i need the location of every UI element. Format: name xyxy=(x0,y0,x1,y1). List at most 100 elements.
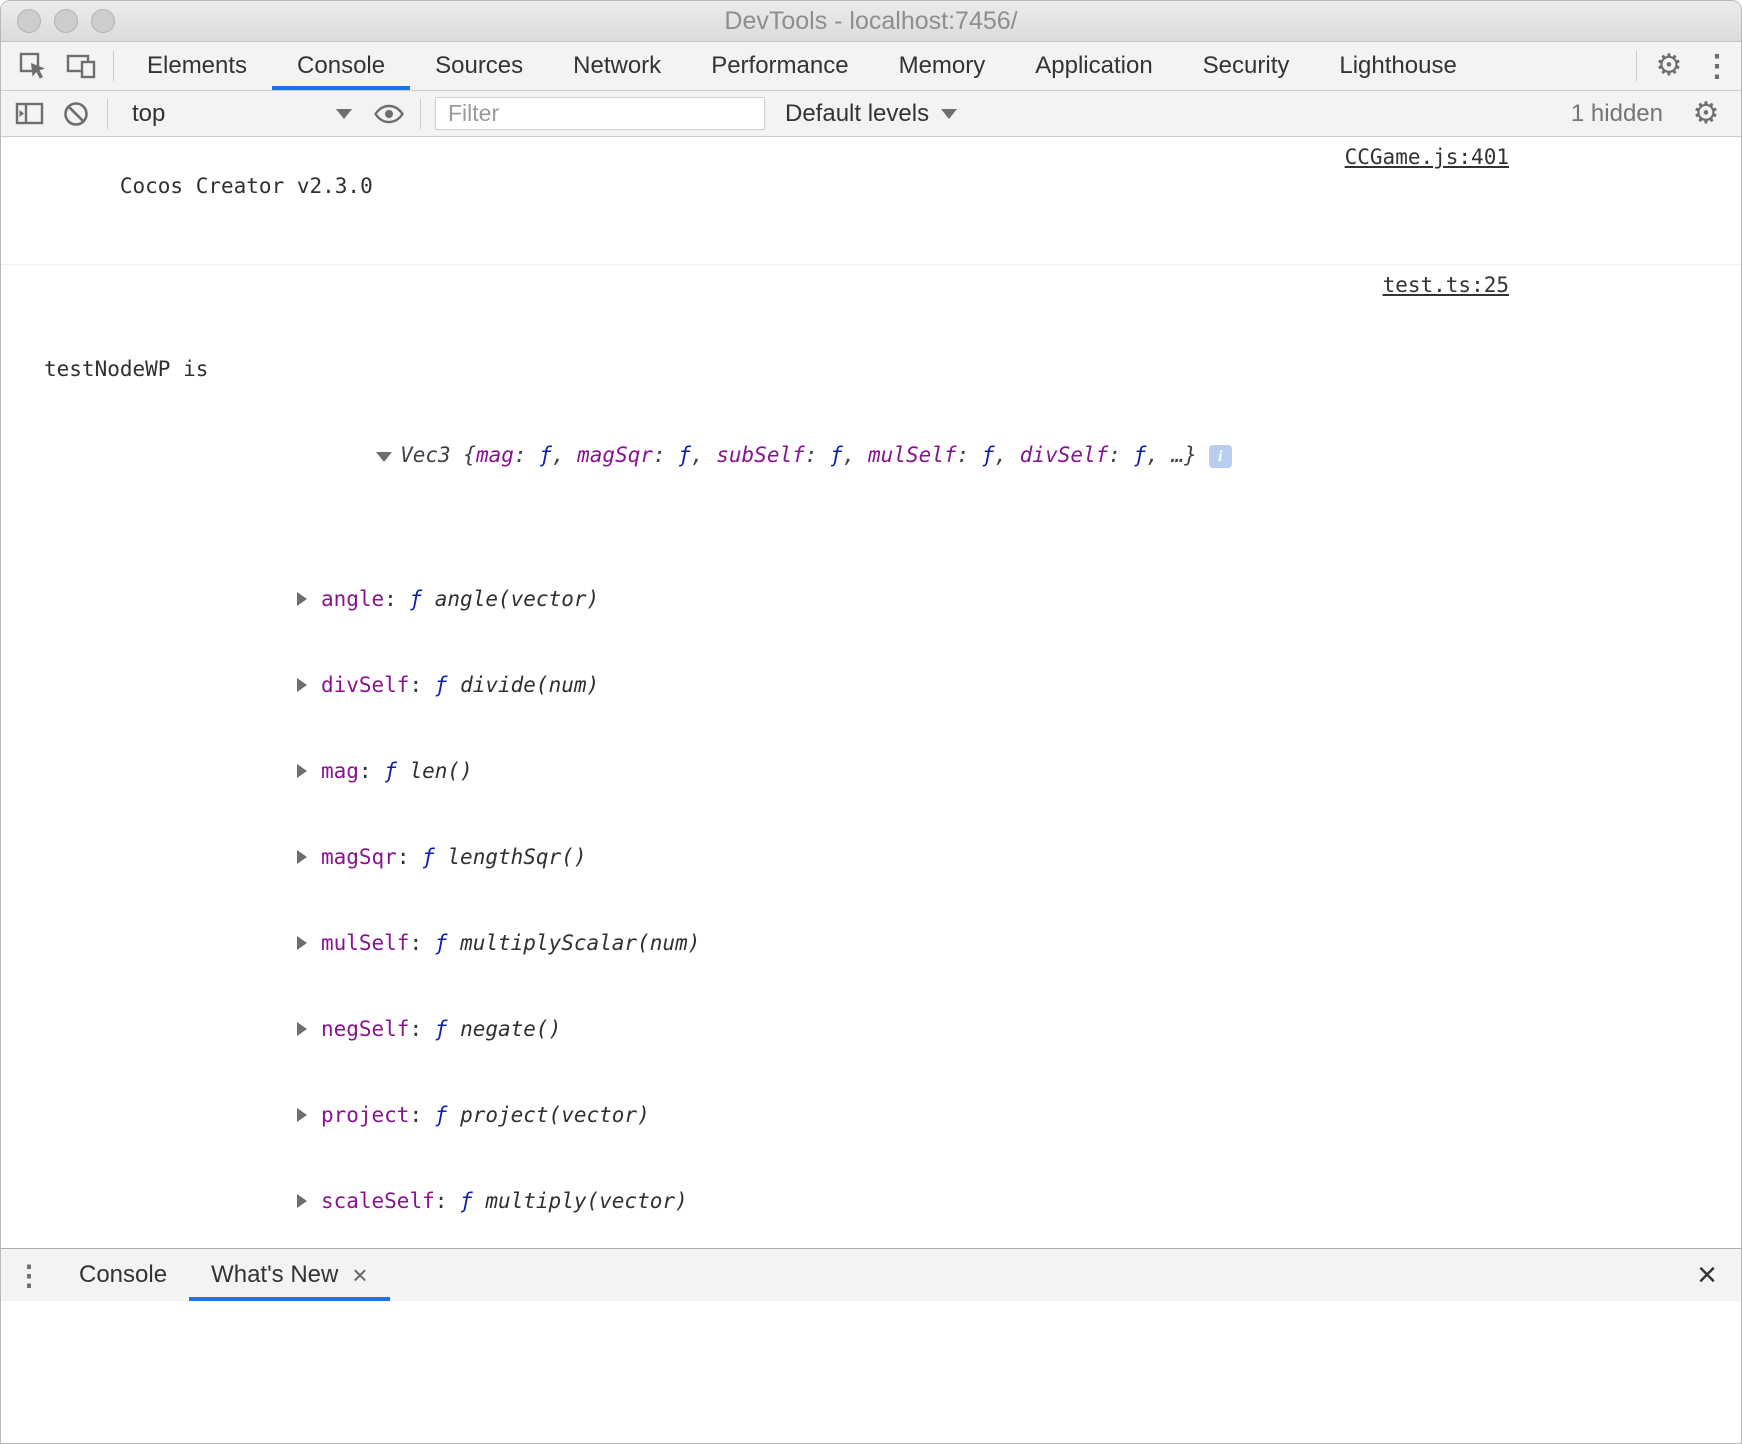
tab-network[interactable]: Network xyxy=(548,42,686,90)
tab-performance[interactable]: Performance xyxy=(686,42,873,90)
console-message-area: Cocos Creator v2.3.0 CCGame.js:401 test.… xyxy=(1,137,1741,1248)
preview-part: , …} xyxy=(1146,443,1197,467)
object-property-row[interactable]: project: ƒ project(vector) xyxy=(224,1073,1231,1159)
preview-part: subSelf xyxy=(716,443,805,467)
object-property-row[interactable]: scaleSelf: ƒ multiply(vector) xyxy=(224,1159,1231,1245)
traffic-lights xyxy=(17,9,115,33)
close-drawer-icon[interactable]: × xyxy=(1673,1249,1741,1301)
property-name: divSelf xyxy=(321,673,410,697)
more-options-icon[interactable]: ⋮ xyxy=(1693,42,1741,90)
tab-application[interactable]: Application xyxy=(1010,42,1177,90)
log-levels-dropdown[interactable]: Default levels xyxy=(765,100,977,128)
preview-part: ƒ xyxy=(1134,443,1147,467)
preview-part: : xyxy=(957,443,982,467)
drawer-tab-console[interactable]: Console xyxy=(57,1249,189,1301)
console-message: Cocos Creator v2.3.0 CCGame.js:401 xyxy=(1,137,1741,265)
zoom-window-button[interactable] xyxy=(91,9,115,33)
property-name: angle xyxy=(321,587,384,611)
property-colon: : xyxy=(359,759,384,783)
expand-triangle-icon[interactable] xyxy=(297,1187,321,1216)
preview-part: , xyxy=(691,443,716,467)
titlebar: DevTools - localhost:7456/ xyxy=(1,1,1741,42)
info-icon: i xyxy=(1209,445,1232,468)
log-text: Cocos Creator v2.3.0 xyxy=(120,174,373,198)
object-tree: Vec3 {mag: ƒ, magSqr: ƒ, subSelf: ƒ, mul… xyxy=(224,355,1231,1248)
expand-triangle-icon[interactable] xyxy=(297,585,321,614)
object-property-row[interactable]: magSqr: ƒ lengthSqr() xyxy=(224,814,1231,900)
hidden-messages-count[interactable]: 1 hidden xyxy=(1571,100,1663,128)
property-value: ƒ project(vector) xyxy=(435,1103,650,1127)
preview-part: magSqr xyxy=(577,443,653,467)
preview-part: mag xyxy=(476,443,514,467)
property-name: negSelf xyxy=(321,1017,410,1041)
expand-triangle-icon[interactable] xyxy=(297,1015,321,1044)
drawer-content-panel xyxy=(1,1301,1741,1443)
collapse-triangle-icon[interactable] xyxy=(376,452,392,462)
execution-context-selector[interactable]: top xyxy=(116,100,366,128)
preview-part: ƒ xyxy=(830,443,843,467)
tab-console[interactable]: Console xyxy=(272,42,410,90)
property-name: mag xyxy=(321,759,359,783)
expand-triangle-icon[interactable] xyxy=(297,1101,321,1130)
clear-console-icon[interactable] xyxy=(53,91,99,137)
property-name: scaleSelf xyxy=(321,1189,435,1213)
preview-part: , xyxy=(552,443,577,467)
property-value: ƒ multiplyScalar(num) xyxy=(435,931,701,955)
close-window-button[interactable] xyxy=(17,9,41,33)
inspect-element-icon[interactable] xyxy=(9,42,57,90)
preview-part: : xyxy=(1108,443,1133,467)
source-link[interactable]: CCGame.js:401 xyxy=(1345,143,1509,172)
toolbar-separator xyxy=(113,51,114,81)
close-tab-icon[interactable]: × xyxy=(352,1262,367,1288)
console-sidebar-icon[interactable] xyxy=(7,91,53,137)
chevron-down-icon xyxy=(336,109,352,119)
console-settings-gear-icon[interactable]: ⚙ xyxy=(1683,91,1729,137)
source-link[interactable]: test.ts:25 xyxy=(1383,271,1509,300)
property-colon: : xyxy=(409,673,434,697)
property-colon: : xyxy=(384,587,409,611)
device-toolbar-icon[interactable] xyxy=(57,42,105,90)
object-property-row[interactable]: mag: ƒ len() xyxy=(224,728,1231,814)
toolbar-separator xyxy=(420,99,421,129)
drawer-tab-whats-new[interactable]: What's New × xyxy=(189,1249,389,1301)
drawer-menu-icon[interactable]: ⋮ xyxy=(1,1249,57,1301)
preview-part: , xyxy=(994,443,1019,467)
expand-triangle-icon[interactable] xyxy=(297,929,321,958)
property-value: ƒ angle(vector) xyxy=(409,587,599,611)
expand-triangle-icon[interactable] xyxy=(297,757,321,786)
tab-sources[interactable]: Sources xyxy=(410,42,548,90)
object-property-row[interactable]: mulSelf: ƒ multiplyScalar(num) xyxy=(224,900,1231,986)
object-properties: angle: ƒ angle(vector) divSelf: ƒ divide… xyxy=(224,556,1231,1248)
devtools-window: DevTools - localhost:7456/ Elements Cons… xyxy=(0,0,1742,1444)
property-name: magSqr xyxy=(321,845,397,869)
property-colon: : xyxy=(397,845,422,869)
drawer-tab-label: What's New xyxy=(211,1261,338,1289)
preview-part: : xyxy=(514,443,539,467)
tab-elements[interactable]: Elements xyxy=(122,42,272,90)
property-value: ƒ multiply(vector) xyxy=(460,1189,688,1213)
object-preview: Vec3 {mag: ƒ, magSqr: ƒ, subSelf: ƒ, mul… xyxy=(400,443,1197,467)
preview-part: : xyxy=(805,443,830,467)
tab-memory[interactable]: Memory xyxy=(874,42,1011,90)
preview-part: mulSelf xyxy=(868,443,957,467)
property-colon: : xyxy=(435,1189,460,1213)
object-preview-row[interactable]: Vec3 {mag: ƒ, magSqr: ƒ, subSelf: ƒ, mul… xyxy=(224,412,1231,498)
object-property-row[interactable]: angle: ƒ angle(vector) xyxy=(224,556,1231,642)
preview-part: ƒ xyxy=(539,443,552,467)
property-colon: : xyxy=(409,1103,434,1127)
settings-gear-icon[interactable]: ⚙ xyxy=(1645,42,1693,90)
property-value: ƒ divide(num) xyxy=(435,673,599,697)
live-expression-eye-icon[interactable] xyxy=(366,91,412,137)
preview-part: ƒ xyxy=(678,443,691,467)
minimize-window-button[interactable] xyxy=(54,9,78,33)
object-property-row[interactable]: divSelf: ƒ divide(num) xyxy=(224,642,1231,728)
object-property-row[interactable]: negSelf: ƒ negate() xyxy=(224,986,1231,1072)
filter-input[interactable] xyxy=(435,97,765,130)
console-message: test.ts:25 testNodeWP is Vec3 {mag: ƒ, m… xyxy=(1,265,1741,1248)
expand-triangle-icon[interactable] xyxy=(297,843,321,872)
expand-triangle-icon[interactable] xyxy=(297,671,321,700)
property-name: mulSelf xyxy=(321,931,410,955)
tab-lighthouse[interactable]: Lighthouse xyxy=(1314,42,1481,90)
tab-security[interactable]: Security xyxy=(1178,42,1315,90)
property-value: ƒ negate() xyxy=(435,1017,561,1041)
